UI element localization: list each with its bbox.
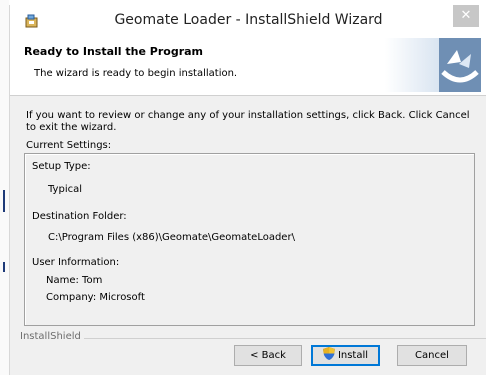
window-title: Geomate Loader - InstallShield Wizard bbox=[114, 12, 383, 28]
intro-text: If you want to review or change any of y… bbox=[26, 110, 470, 133]
setup-type-label: Setup Type: bbox=[32, 161, 91, 172]
background-window-edge bbox=[0, 0, 9, 375]
installshield-brand: InstallShield bbox=[20, 331, 84, 342]
settings-box[interactable]: Setup Type: Typical Destination Folder: … bbox=[24, 153, 475, 326]
edge-mark bbox=[3, 190, 5, 212]
cancel-button-label: Cancel bbox=[415, 350, 449, 361]
back-button[interactable]: < Back bbox=[234, 345, 302, 366]
destination-folder-label: Destination Folder: bbox=[32, 211, 127, 222]
uac-shield-icon bbox=[322, 347, 335, 360]
user-name: Name: Tom bbox=[46, 275, 103, 286]
footer-divider bbox=[24, 338, 486, 339]
installshield-logo-icon bbox=[385, 38, 481, 92]
edge-mark bbox=[3, 262, 5, 272]
current-settings-label: Current Settings: bbox=[26, 140, 112, 151]
user-company: Company: Microsoft bbox=[46, 292, 145, 303]
back-button-label: < Back bbox=[250, 350, 286, 361]
setup-type-value: Typical bbox=[48, 184, 82, 195]
close-button[interactable]: ✕ bbox=[453, 5, 479, 27]
title-bar[interactable]: Geomate Loader - InstallShield Wizard ✕ bbox=[10, 5, 486, 35]
cancel-button[interactable]: Cancel bbox=[397, 345, 467, 366]
user-info-label: User Information: bbox=[32, 257, 120, 268]
destination-folder-value: C:\Program Files (x86)\Geomate\GeomateLo… bbox=[48, 232, 295, 243]
close-icon: ✕ bbox=[460, 8, 472, 23]
install-button-label: Install bbox=[337, 350, 369, 361]
installshield-wizard-window: Geomate Loader - InstallShield Wizard ✕ … bbox=[9, 5, 486, 375]
banner-subtitle: The wizard is ready to begin installatio… bbox=[34, 68, 238, 79]
header-banner: Ready to Install the Program The wizard … bbox=[10, 35, 486, 96]
banner-title: Ready to Install the Program bbox=[24, 45, 204, 58]
install-button[interactable]: Install bbox=[311, 345, 380, 366]
